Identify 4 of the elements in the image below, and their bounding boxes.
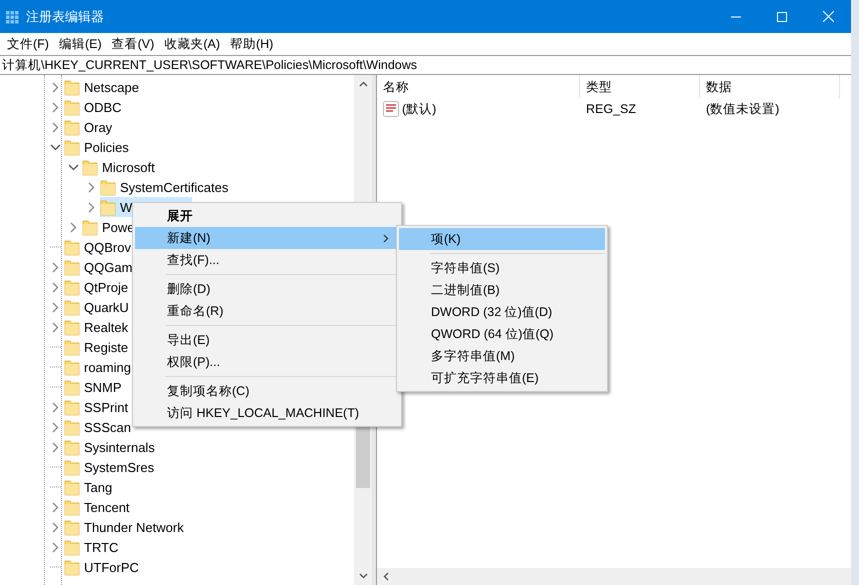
table-cell: REG_SZ xyxy=(586,102,636,116)
window-title: 注册表编辑器 xyxy=(26,8,105,26)
table-cell: (默认) xyxy=(402,100,436,118)
table-cell: (数值未设置) xyxy=(706,100,780,118)
